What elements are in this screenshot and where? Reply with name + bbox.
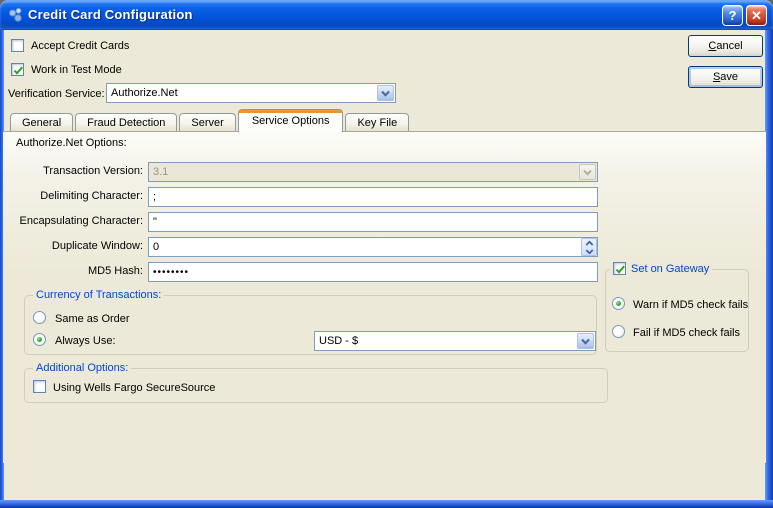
additional-options-caption: Additional Options:	[33, 362, 131, 374]
duplicate-window-label: Duplicate Window:	[8, 240, 143, 252]
chevron-down-icon	[579, 164, 596, 180]
check-icon	[614, 263, 627, 276]
wells-fargo-label: Using Wells Fargo SecureSource	[53, 382, 215, 394]
transaction-version-value	[149, 163, 579, 181]
duplicate-window-stepper[interactable]	[581, 238, 597, 256]
delimiting-character-field[interactable]	[148, 187, 598, 207]
currency-of-transactions-group: Currency of Transactions: Same as Order …	[24, 295, 597, 355]
cancel-button[interactable]: Cancel	[688, 35, 763, 57]
md5-hash-input[interactable]	[149, 263, 597, 281]
delimiting-character-input[interactable]	[149, 188, 597, 206]
authorize-net-options-title: Authorize.Net Options:	[16, 137, 127, 149]
md5-hash-label: MD5 Hash:	[8, 265, 143, 277]
help-button[interactable]: ?	[722, 5, 743, 26]
duplicate-window-input[interactable]	[149, 238, 581, 256]
currency-value[interactable]	[315, 332, 577, 350]
encapsulating-character-input[interactable]	[149, 213, 597, 231]
wells-fargo-checkbox[interactable]	[33, 380, 46, 393]
delimiting-character-label: Delimiting Character:	[8, 190, 143, 202]
close-button[interactable]: ✕	[746, 5, 767, 26]
same-as-order-radio[interactable]	[33, 311, 46, 324]
transaction-version-label: Transaction Version:	[8, 165, 143, 177]
set-on-gateway-checkbox[interactable]	[613, 262, 626, 275]
md5-hash-field[interactable]	[148, 262, 598, 282]
accept-credit-cards-label: Accept Credit Cards	[31, 40, 129, 52]
tab-key-file[interactable]: Key File	[345, 113, 409, 131]
title-bar[interactable]: Credit Card Configuration ? ✕	[0, 0, 773, 30]
chevron-down-icon[interactable]	[577, 333, 594, 349]
same-as-order-label: Same as Order	[55, 313, 130, 325]
tab-service-options[interactable]: Service Options	[238, 109, 344, 132]
set-on-gateway-label: Set on Gateway	[631, 263, 709, 275]
warn-md5-radio[interactable]	[612, 297, 625, 310]
work-in-test-mode-label: Work in Test Mode	[31, 64, 122, 76]
tab-strip: General Fraud Detection Server Service O…	[10, 108, 411, 131]
fail-md5-radio[interactable]	[612, 325, 625, 338]
check-icon	[12, 64, 25, 77]
credit-card-configuration-dialog: Credit Card Configuration ? ✕ Accept Cre…	[0, 0, 773, 508]
tab-server[interactable]: Server	[179, 113, 235, 131]
chevron-down-icon[interactable]	[377, 85, 394, 101]
window-title: Credit Card Configuration	[28, 7, 193, 22]
duplicate-window-field[interactable]	[148, 237, 598, 257]
save-button-label: Save	[713, 71, 738, 83]
additional-options-group: Additional Options: Using Wells Fargo Se…	[24, 368, 608, 403]
accept-credit-cards-checkbox[interactable]	[11, 39, 24, 52]
fail-md5-label: Fail if MD5 check fails	[633, 327, 740, 339]
encapsulating-character-field[interactable]	[148, 212, 598, 232]
window-border-bottom	[0, 500, 773, 508]
spin-down-icon	[585, 248, 594, 255]
app-molecule-icon	[8, 7, 24, 23]
save-button[interactable]: Save	[688, 66, 763, 88]
window-border-right	[765, 30, 773, 508]
always-use-radio[interactable]	[33, 333, 46, 346]
work-in-test-mode-checkbox[interactable]	[11, 63, 24, 76]
encapsulating-character-label: Encapsulating Character:	[8, 215, 143, 227]
verification-service-select[interactable]	[106, 83, 396, 103]
transaction-version-select	[148, 162, 598, 182]
cancel-button-label: Cancel	[708, 40, 742, 52]
set-on-gateway-group: Set on Gateway Warn if MD5 check fails F…	[605, 269, 749, 352]
spin-up-icon	[585, 240, 594, 247]
currency-group-caption: Currency of Transactions:	[33, 289, 164, 301]
tab-fraud-detection[interactable]: Fraud Detection	[75, 113, 177, 131]
set-on-gateway-caption: Set on Gateway	[610, 262, 712, 275]
warn-md5-label: Warn if MD5 check fails	[633, 299, 748, 311]
verification-service-label: Verification Service:	[8, 88, 105, 100]
always-use-label: Always Use:	[55, 335, 116, 347]
currency-select[interactable]	[314, 331, 596, 351]
tab-general[interactable]: General	[10, 113, 73, 131]
verification-service-value[interactable]	[107, 84, 377, 102]
